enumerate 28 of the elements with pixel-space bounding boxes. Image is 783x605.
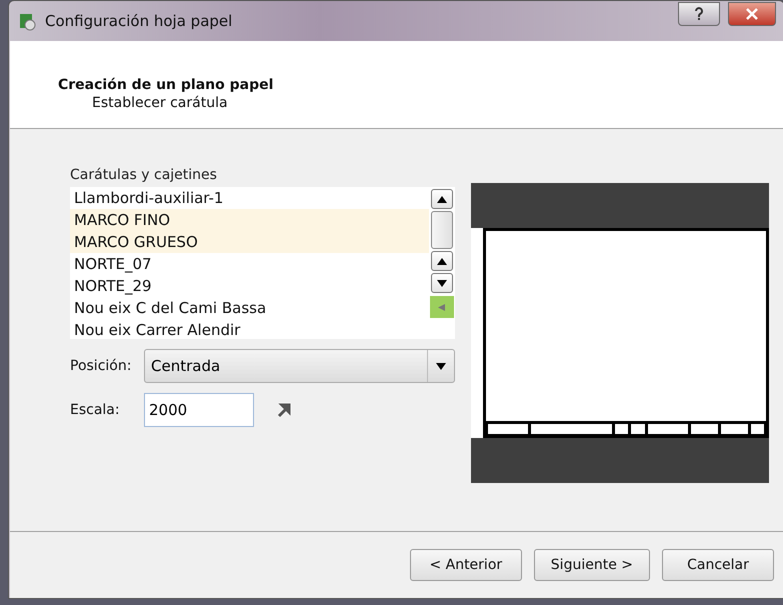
dropdown-arrow-icon bbox=[436, 362, 446, 370]
position-dropdown[interactable]: Centrada bbox=[144, 349, 455, 383]
dialog-button[interactable]: Siguiente > bbox=[534, 549, 650, 581]
scale-input[interactable]: 2000 bbox=[144, 393, 254, 427]
scroll-down-button[interactable] bbox=[431, 273, 453, 293]
up-arrow-icon bbox=[437, 258, 447, 264]
scroll-thumb[interactable] bbox=[431, 211, 453, 249]
app-icon bbox=[17, 11, 37, 31]
up-arrow-icon bbox=[437, 196, 447, 202]
diagonal-arrow-icon[interactable] bbox=[276, 402, 292, 418]
page-subtitle: Establecer carátula bbox=[91, 95, 229, 111]
scale-label: Escala: bbox=[70, 402, 121, 418]
list-item[interactable]: MARCO FINO bbox=[70, 209, 429, 231]
scroll-up-button[interactable] bbox=[431, 251, 453, 271]
help-icon bbox=[694, 7, 704, 21]
list-item[interactable]: MARCO GRUESO bbox=[70, 231, 429, 253]
dialog-button[interactable]: < Anterior bbox=[410, 549, 522, 581]
left-arrow-icon bbox=[437, 304, 447, 310]
list-label: Carátulas y cajetines bbox=[70, 167, 218, 183]
window-title: Configuración hoja papel bbox=[45, 12, 234, 30]
close-icon bbox=[746, 8, 758, 20]
down-arrow-icon bbox=[437, 280, 447, 286]
page-title: Creación de un plano papel bbox=[58, 77, 274, 93]
help-button[interactable] bbox=[678, 2, 720, 26]
dialog-button[interactable]: Cancelar bbox=[662, 549, 774, 581]
position-label: Posición: bbox=[70, 358, 132, 374]
scroll-up-button[interactable] bbox=[431, 189, 453, 209]
close-button[interactable] bbox=[728, 2, 776, 26]
